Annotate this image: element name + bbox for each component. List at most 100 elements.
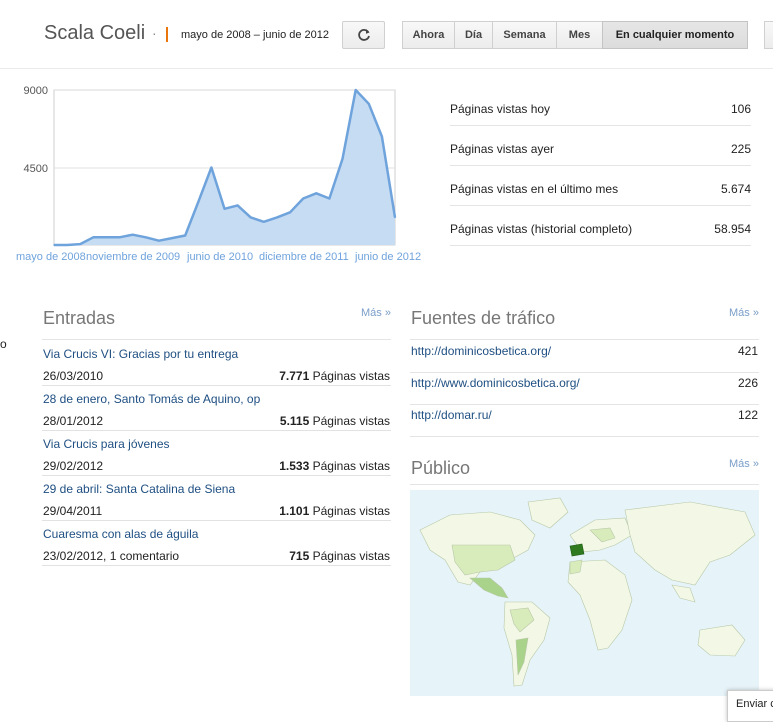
fuentes-more-link[interactable]: Más » <box>729 307 759 319</box>
ytick-label: 4500 <box>24 163 48 175</box>
publico-more-link[interactable]: Más » <box>729 458 759 470</box>
traffic-source-link[interactable]: http://dominicosbetica.org/ <box>411 344 551 358</box>
post-title-link[interactable]: Via Crucis VI: Gracias por tu entrega <box>43 347 238 361</box>
publico-title: Público <box>411 458 471 478</box>
chart-point <box>118 236 121 239</box>
post-item: Via Crucis VI: Gracias por tu entrega 26… <box>42 340 391 386</box>
chart-point <box>105 236 108 239</box>
xtick-label: junio de 2012 <box>354 251 421 263</box>
post-views: 715 Páginas vistas <box>289 549 390 563</box>
chart-point <box>210 166 213 169</box>
chart-point <box>302 197 304 200</box>
post-date: 23/02/2012, 1 comentario <box>43 549 180 563</box>
post-views: 7.771 Páginas vistas <box>279 369 390 383</box>
chart-point <box>315 192 318 195</box>
post-views-count: 5.115 <box>279 414 310 428</box>
chart-point <box>131 233 134 236</box>
post-views-label: Páginas vistas <box>312 459 390 473</box>
entradas-more-link[interactable]: Más » <box>361 307 391 319</box>
chart-point <box>276 216 278 219</box>
stat-label: Páginas vistas (historial completo) <box>450 222 633 236</box>
xtick-label: mayo de 2008 <box>16 251 86 263</box>
chart-point <box>171 237 173 239</box>
traffic-source-link[interactable]: http://domar.ru/ <box>411 408 492 422</box>
map-region-spain <box>569 543 585 557</box>
stat-last-month: Páginas vistas en el último mes 5.674 <box>450 165 751 206</box>
chart-point <box>394 216 396 219</box>
post-date: 29/02/2012 <box>43 459 104 473</box>
stat-label: Páginas vistas hoy <box>450 102 551 116</box>
chart-point <box>197 201 200 203</box>
chart-point <box>263 220 265 223</box>
chart-point <box>354 89 357 91</box>
chart-point <box>79 243 82 245</box>
feedback-button[interactable]: Enviar c <box>727 690 773 722</box>
range-dia-button[interactable]: Día <box>454 21 493 49</box>
offscreen-text: o <box>0 337 7 351</box>
chart-point <box>223 208 226 210</box>
traffic-source-row: http://domar.ru/ 122 <box>410 404 759 437</box>
stat-value: 225 <box>730 142 751 156</box>
traffic-source-link[interactable]: http://www.dominicosbetica.org/ <box>411 376 580 390</box>
chart-point <box>289 211 291 214</box>
divider <box>410 484 759 485</box>
map-region-africa <box>569 559 583 575</box>
traffic-source-count: 421 <box>737 344 758 358</box>
range-semana-button[interactable]: Semana <box>492 21 557 49</box>
post-views-count: 1.101 <box>279 504 310 518</box>
xtick-label: noviembre de 2009 <box>86 251 180 263</box>
chart-point <box>145 236 147 239</box>
chart-point <box>184 234 186 237</box>
pageviews-chart: 9000 4500 mayo de 2008 noviembre de 2009… <box>16 85 421 263</box>
post-views-label: Páginas vistas <box>312 549 390 563</box>
chart-point <box>53 244 55 246</box>
chart-point <box>66 244 68 246</box>
title-separator: · <box>152 25 157 41</box>
overflow-button[interactable] <box>764 21 773 49</box>
range-any-time-button[interactable]: En cualquier momento <box>602 21 748 49</box>
stat-yesterday: Páginas vistas ayer 225 <box>450 125 751 166</box>
post-title-link[interactable]: Via Crucis para jóvenes <box>43 437 170 451</box>
stat-value: 106 <box>730 102 751 116</box>
traffic-source-row: http://www.dominicosbetica.org/ 226 <box>410 372 759 405</box>
ytick-label: 9000 <box>24 85 48 97</box>
blog-title: Scala Coeli <box>44 22 146 44</box>
xtick-label: junio de 2010 <box>186 251 253 263</box>
post-views-count: 1.533 <box>279 459 310 473</box>
stat-label: Páginas vistas en el último mes <box>450 182 619 196</box>
date-range: mayo de 2008 – junio de 2012 <box>181 29 330 41</box>
refresh-icon <box>357 29 370 41</box>
range-ahora-button[interactable]: Ahora <box>402 21 455 49</box>
post-views: 5.115 Páginas vistas <box>280 414 390 428</box>
stat-label: Páginas vistas ayer <box>450 142 555 156</box>
post-item: 28 de enero, Santo Tomás de Aquino, op 2… <box>42 385 391 431</box>
post-views-label: Páginas vistas <box>312 504 390 518</box>
post-title-link[interactable]: 28 de enero, Santo Tomás de Aquino, op <box>43 392 260 406</box>
post-views-count: 7.771 <box>279 369 310 383</box>
post-views: 1.101 Páginas vistas <box>279 504 390 518</box>
traffic-source-count: 226 <box>737 376 758 390</box>
post-views-label: Páginas vistas <box>312 369 390 383</box>
chart-point <box>341 158 344 160</box>
traffic-source-count: 122 <box>737 408 758 422</box>
fuentes-title: Fuentes de tráfico <box>411 308 556 328</box>
range-mes-button[interactable]: Mes <box>556 21 603 49</box>
traffic-source-row: http://dominicosbetica.org/ 421 <box>410 340 759 373</box>
chart-point <box>92 236 95 239</box>
post-date: 26/03/2010 <box>43 369 104 383</box>
post-views: 1.533 Páginas vistas <box>279 459 390 473</box>
post-title-link[interactable]: 29 de abril: Santa Catalina de Siena <box>43 482 235 496</box>
xtick-label: diciembre de 2011 <box>259 251 349 263</box>
feedback-label: Enviar c <box>736 698 773 710</box>
refresh-button[interactable] <box>342 21 385 49</box>
entradas-title: Entradas <box>43 308 116 328</box>
audience-world-map <box>410 490 759 696</box>
post-title-link[interactable]: Cuaresma con alas de águila <box>43 527 198 541</box>
blogger-icon <box>166 27 174 42</box>
chart-point <box>249 216 252 219</box>
chart-point <box>381 135 383 138</box>
stat-all-time: Páginas vistas (historial completo) 58.9… <box>450 205 751 246</box>
post-views-count: 715 <box>289 549 310 563</box>
chart-point <box>328 197 331 200</box>
chart-point <box>158 239 160 242</box>
